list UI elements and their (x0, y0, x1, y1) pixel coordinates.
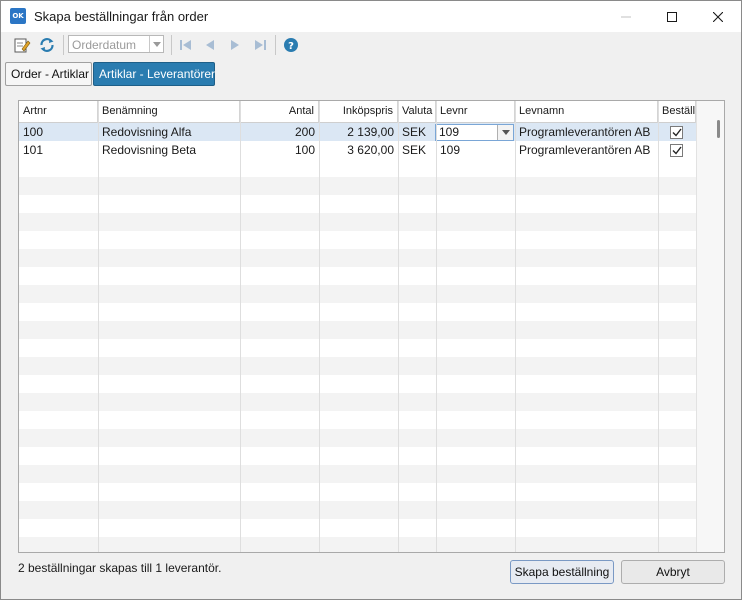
cell-artnr: 100 (23, 125, 44, 139)
cell-benamning: Redovisning Alfa (102, 125, 192, 139)
grid-rows: 100 Redovisning Alfa 200 2 139,00 SEK 10… (19, 123, 696, 552)
empty-row (19, 501, 696, 519)
cell-inkopspris: 2 139,00 (347, 125, 394, 139)
chevron-down-icon (501, 130, 510, 135)
order-grid: Artnr Benämning Antal Inköpspris Valuta … (18, 100, 725, 553)
minimize-button[interactable] (603, 1, 649, 32)
empty-row (19, 213, 696, 231)
column-divider (398, 101, 399, 552)
column-divider (319, 101, 320, 552)
column-header-levnr[interactable]: Levnr (436, 101, 515, 123)
column-header-inkopspris[interactable]: Inköpspris (319, 101, 398, 123)
empty-row (19, 429, 696, 447)
empty-row (19, 519, 696, 537)
empty-row (19, 177, 696, 195)
toolbar-separator (275, 35, 276, 55)
empty-row (19, 375, 696, 393)
next-record-icon[interactable] (225, 35, 245, 55)
minimize-icon (621, 16, 631, 17)
checkmark-icon (672, 128, 682, 137)
cell-valuta: SEK (402, 143, 427, 157)
column-divider (515, 101, 516, 552)
empty-row (19, 267, 696, 285)
empty-row (19, 537, 696, 552)
status-text: 2 beställningar skapas till 1 leverantör… (18, 561, 222, 575)
empty-row (19, 249, 696, 267)
table-row[interactable]: 100 Redovisning Alfa 200 2 139,00 SEK 10… (19, 123, 696, 141)
cancel-button[interactable]: Avbryt (621, 560, 725, 584)
cell-antal: 100 (294, 143, 315, 157)
empty-row (19, 159, 696, 177)
empty-row (19, 321, 696, 339)
cell-levnamn: Programleverantören AB (519, 125, 651, 139)
toolbar: Orderdatum ? (1, 32, 741, 58)
levnr-combobox[interactable]: 109 (435, 124, 514, 141)
column-header-bestall[interactable]: Beställ (658, 101, 696, 123)
vertical-scrollbar[interactable] (696, 101, 724, 552)
column-divider (436, 101, 437, 552)
chevron-down-icon (149, 36, 163, 52)
svg-text:?: ? (288, 41, 294, 52)
close-icon (713, 11, 723, 22)
grid-header: Artnr Benämning Antal Inköpspris Valuta … (19, 101, 696, 123)
column-divider (240, 101, 241, 552)
cell-levnr: 109 (440, 143, 461, 157)
column-header-benamning[interactable]: Benämning (98, 101, 240, 123)
create-order-button[interactable]: Skapa beställning (510, 560, 614, 584)
empty-row (19, 483, 696, 501)
column-divider (658, 101, 659, 552)
empty-row (19, 339, 696, 357)
tab-order-artiklar[interactable]: Order - Artiklar (5, 62, 92, 86)
cell-valuta: SEK (402, 125, 427, 139)
toolbar-separator (63, 35, 64, 55)
maximize-button[interactable] (649, 1, 695, 32)
scrollbar-thumb[interactable] (717, 120, 720, 138)
column-header-levnamn[interactable]: Levnamn (515, 101, 658, 123)
date-select[interactable]: Orderdatum (68, 35, 164, 53)
maximize-icon (667, 11, 677, 22)
title-bar: OK Skapa beställningar från order (1, 1, 741, 32)
first-record-icon[interactable] (176, 35, 196, 55)
empty-row (19, 285, 696, 303)
help-icon[interactable]: ? (281, 35, 301, 55)
app-logo-icon: OK (10, 8, 26, 24)
refresh-icon[interactable] (37, 35, 57, 55)
tab-artiklar-leverantorer[interactable]: Artiklar - Leverantörer (93, 62, 215, 86)
window-title: Skapa beställningar från order (34, 9, 209, 24)
empty-row (19, 231, 696, 249)
close-button[interactable] (695, 1, 741, 32)
edit-icon[interactable] (12, 35, 32, 55)
cell-artnr: 101 (23, 143, 44, 157)
previous-record-icon[interactable] (200, 35, 220, 55)
column-divider (98, 101, 99, 552)
checkmark-icon (672, 146, 682, 155)
bestall-checkbox[interactable] (670, 126, 683, 139)
table-row[interactable]: 101 Redovisning Beta 100 3 620,00 SEK 10… (19, 141, 696, 159)
dialog-window: OK Skapa beställningar från order Orderd… (0, 0, 742, 600)
cell-antal: 200 (294, 125, 315, 139)
empty-row (19, 447, 696, 465)
empty-row (19, 411, 696, 429)
bestall-checkbox[interactable] (670, 144, 683, 157)
empty-row (19, 465, 696, 483)
cell-benamning: Redovisning Beta (102, 143, 197, 157)
empty-row (19, 357, 696, 375)
empty-row (19, 303, 696, 321)
levnr-combobox-value: 109 (439, 125, 460, 139)
cell-inkopspris: 3 620,00 (347, 143, 394, 157)
empty-row (19, 393, 696, 411)
last-record-icon[interactable] (250, 35, 270, 55)
cell-levnamn: Programleverantören AB (519, 143, 651, 157)
levnr-dropdown-button[interactable] (497, 125, 513, 140)
column-header-valuta[interactable]: Valuta (398, 101, 436, 123)
empty-row (19, 195, 696, 213)
toolbar-separator (171, 35, 172, 55)
column-header-antal[interactable]: Antal (240, 101, 319, 123)
column-header-artnr[interactable]: Artnr (19, 101, 98, 123)
date-select-value: Orderdatum (72, 38, 137, 52)
